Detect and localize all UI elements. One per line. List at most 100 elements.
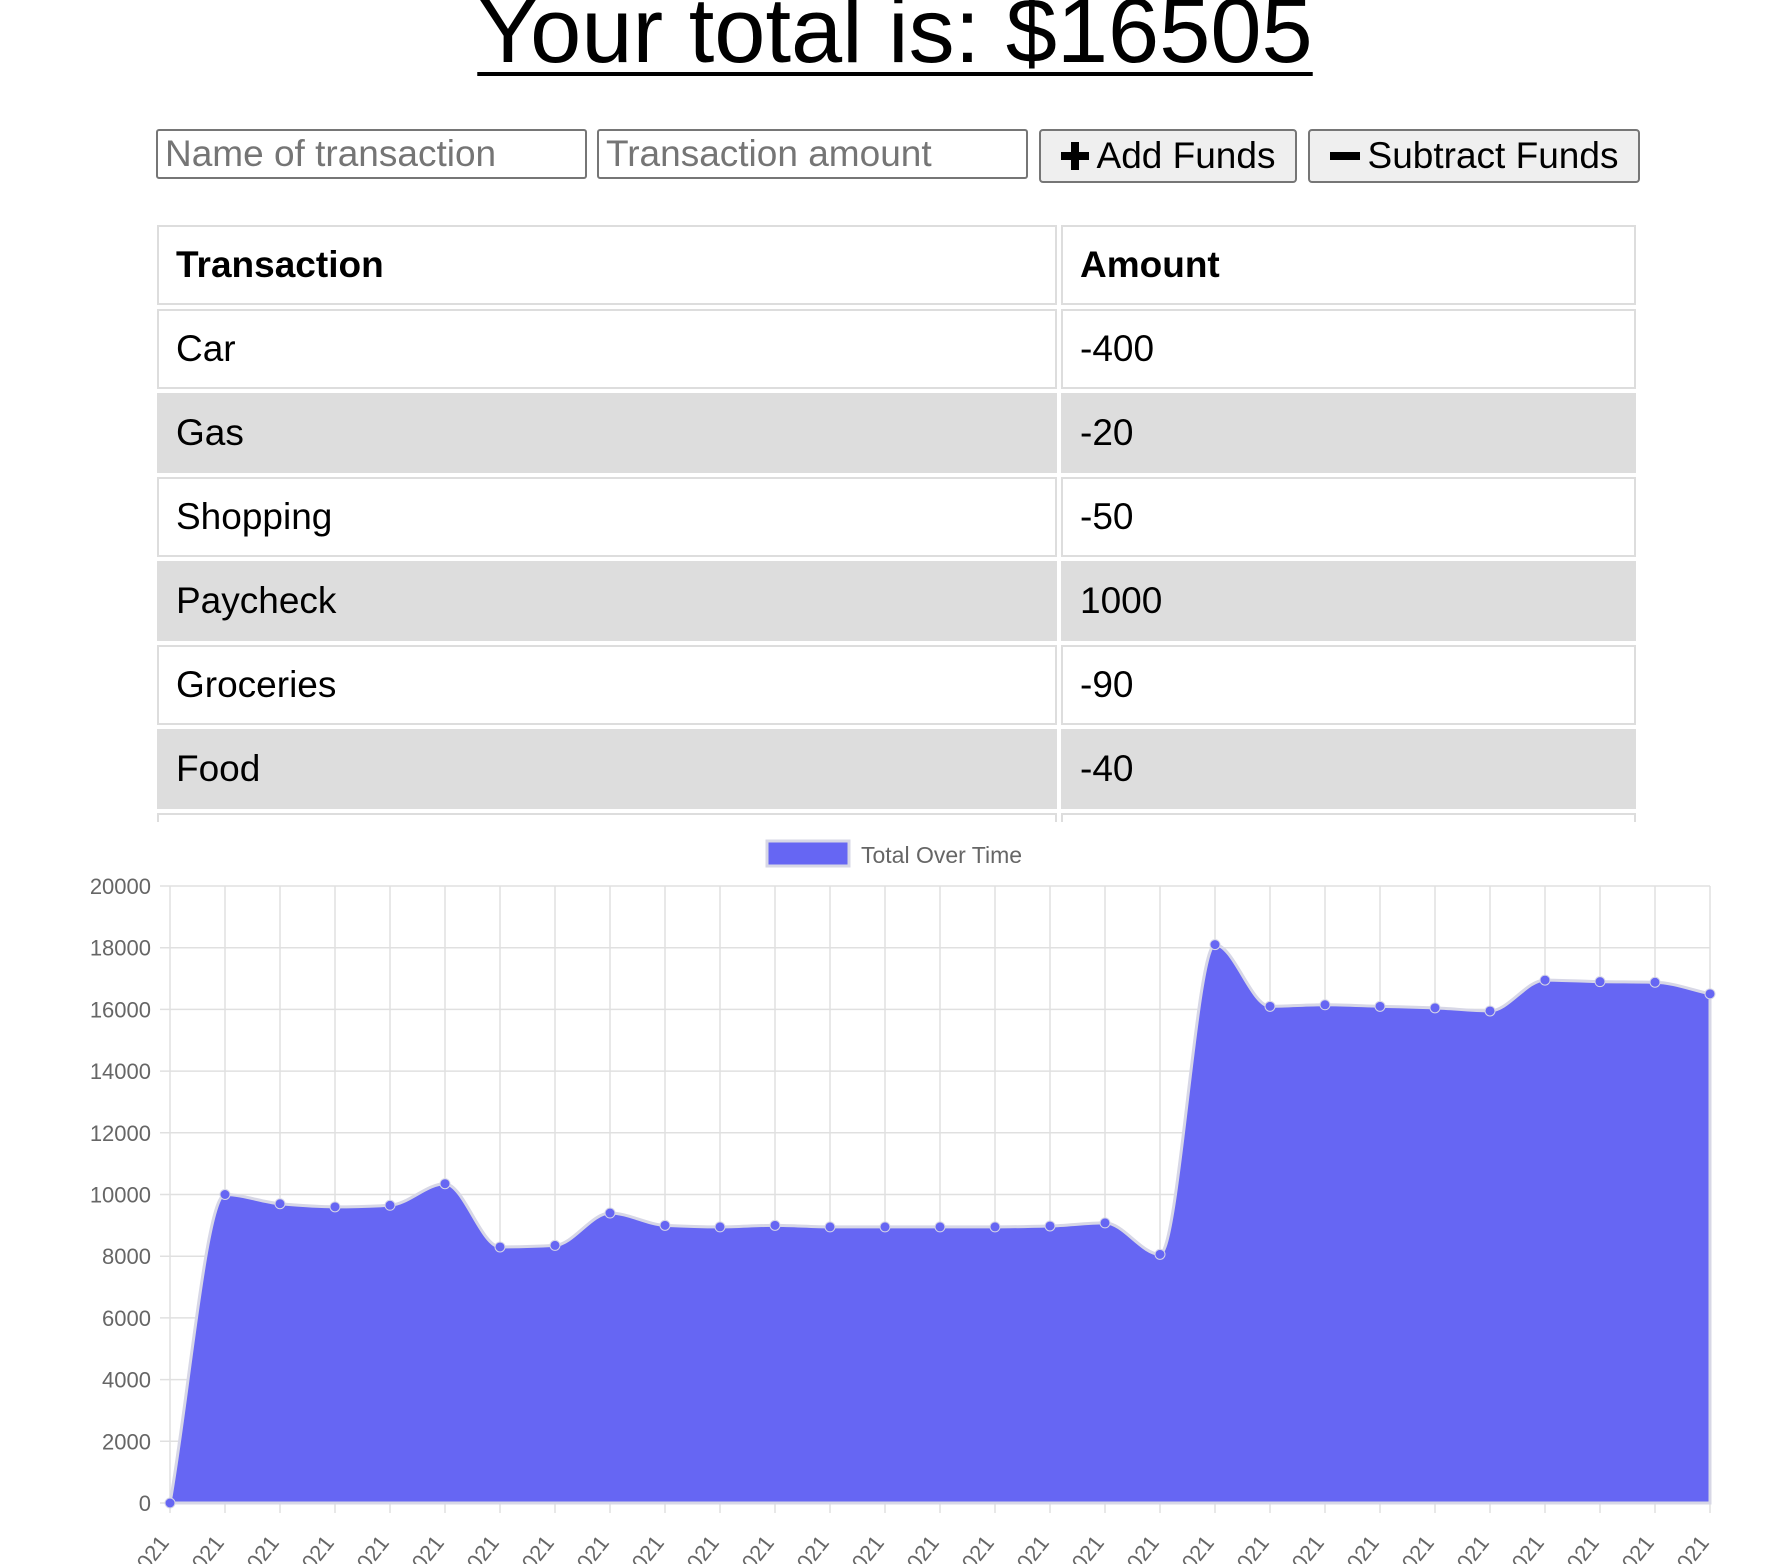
- y-tick-label: 14000: [90, 1059, 151, 1084]
- x-tick-label: /2021: [340, 1531, 394, 1564]
- x-tick-label: /2021: [780, 1531, 834, 1564]
- table-row: Food -40: [157, 729, 1636, 809]
- row-amount: [1061, 813, 1636, 822]
- table-row: Car -400: [157, 309, 1636, 389]
- table-row: Shopping -50: [157, 477, 1636, 557]
- x-tick-label: /2021: [670, 1531, 724, 1564]
- data-point: [384, 1199, 396, 1211]
- data-point: [439, 1178, 451, 1190]
- transaction-name-input[interactable]: [156, 129, 587, 179]
- x-tick-label: /2021: [1495, 1531, 1549, 1564]
- legend-swatch: [765, 839, 851, 868]
- x-tick-label: /2021: [120, 1531, 174, 1564]
- row-name: Car: [157, 309, 1057, 389]
- y-tick-label: 16000: [90, 997, 151, 1022]
- x-tick-label: /2021: [395, 1531, 449, 1564]
- x-tick-label: /2021: [1165, 1531, 1219, 1564]
- row-amount: -40: [1061, 729, 1636, 809]
- transaction-amount-input[interactable]: [597, 129, 1028, 179]
- subtract-funds-label: Subtract Funds: [1367, 135, 1619, 176]
- row-name: [157, 813, 1057, 822]
- data-point: [1044, 1220, 1056, 1232]
- minus-icon: [1329, 152, 1360, 160]
- header-amount: Amount: [1061, 225, 1636, 305]
- x-tick-label: /2021: [1055, 1531, 1109, 1564]
- data-point: [1319, 999, 1331, 1011]
- table-row: Groceries -90: [157, 645, 1636, 725]
- y-tick-label: 10000: [90, 1183, 151, 1208]
- chart-legend: Total Over Time: [765, 839, 1022, 868]
- add-funds-button[interactable]: Add Funds: [1039, 129, 1297, 183]
- row-amount: 1000: [1061, 561, 1636, 641]
- total-over-time-chart: Total Over Time 200001800016000140001200…: [90, 839, 1716, 1564]
- data-point: [714, 1221, 726, 1233]
- x-tick-label: /2021: [505, 1531, 559, 1564]
- x-tick-label: /2021: [1550, 1531, 1604, 1564]
- table-row: [157, 813, 1636, 822]
- transactions-table-container[interactable]: Transaction Amount Car -400 Gas -20 Shoppi…: [157, 225, 1640, 822]
- header-transaction: Transaction: [157, 225, 1057, 305]
- x-tick-label: /2021: [835, 1531, 889, 1564]
- data-point: [549, 1239, 561, 1251]
- data-point: [659, 1219, 671, 1231]
- data-point: [494, 1241, 506, 1253]
- row-amount: -20: [1061, 393, 1636, 473]
- y-tick-label: 8000: [102, 1244, 151, 1269]
- x-tick-label: /2021: [1330, 1531, 1384, 1564]
- data-point: [824, 1221, 836, 1233]
- x-tick-label: /2021: [285, 1531, 339, 1564]
- data-point: [1429, 1002, 1441, 1014]
- row-name: Shopping: [157, 477, 1057, 557]
- data-point: [329, 1201, 341, 1213]
- data-point: [274, 1198, 286, 1210]
- x-tick-label: /2021: [450, 1531, 504, 1564]
- subtract-funds-button[interactable]: Subtract Funds: [1308, 129, 1640, 183]
- data-point: [1704, 988, 1716, 1000]
- x-tick-label: /2021: [1275, 1531, 1329, 1564]
- data-point: [164, 1497, 176, 1509]
- y-tick-label: 2000: [102, 1429, 151, 1454]
- data-point: [989, 1221, 1001, 1233]
- x-tick-label: /2021: [1440, 1531, 1494, 1564]
- row-name: Paycheck: [157, 561, 1057, 641]
- row-name: Gas: [157, 393, 1057, 473]
- x-tick-label: /2021: [1000, 1531, 1054, 1564]
- data-point: [1099, 1217, 1111, 1229]
- data-point: [1594, 976, 1606, 988]
- x-tick-label: /2021: [890, 1531, 944, 1564]
- row-name: Groceries: [157, 645, 1057, 725]
- x-tick-label: /2021: [1220, 1531, 1274, 1564]
- data-point: [1264, 1000, 1276, 1012]
- row-amount: -50: [1061, 477, 1636, 557]
- x-tick-label: /2021: [175, 1531, 229, 1564]
- x-tick-label: /2021: [615, 1531, 669, 1564]
- row-name: Food: [157, 729, 1057, 809]
- data-point: [879, 1221, 891, 1233]
- x-tick-label: /2021: [945, 1531, 999, 1564]
- x-tick-label: /2021: [1110, 1531, 1164, 1564]
- data-point: [934, 1221, 946, 1233]
- data-point: [769, 1219, 781, 1231]
- y-tick-label: 12000: [90, 1121, 151, 1146]
- row-amount: -90: [1061, 645, 1636, 725]
- x-tick-label: /2021: [230, 1531, 284, 1564]
- table-row: Gas -20: [157, 393, 1636, 473]
- x-tick-label: /2021: [1660, 1531, 1714, 1564]
- x-tick-label: /2021: [1385, 1531, 1439, 1564]
- data-point: [1154, 1248, 1166, 1260]
- y-tick-label: 18000: [90, 936, 151, 961]
- y-tick-label: 4000: [102, 1368, 151, 1393]
- data-point: [1649, 976, 1661, 988]
- add-funds-label: Add Funds: [1096, 135, 1276, 176]
- x-tick-label: /2021: [560, 1531, 614, 1564]
- table-row: Paycheck 1000: [157, 561, 1636, 641]
- data-point: [1484, 1005, 1496, 1017]
- x-tick-label: /2021: [725, 1531, 779, 1564]
- transactions-table: Transaction Amount Car -400 Gas -20 Shoppi…: [157, 225, 1640, 822]
- y-tick-label: 20000: [90, 874, 151, 899]
- y-tick-label: 0: [139, 1491, 151, 1516]
- x-tick-label: /2021: [1605, 1531, 1659, 1564]
- data-point: [219, 1189, 231, 1200]
- data-point: [1539, 974, 1551, 986]
- row-amount: -400: [1061, 309, 1636, 389]
